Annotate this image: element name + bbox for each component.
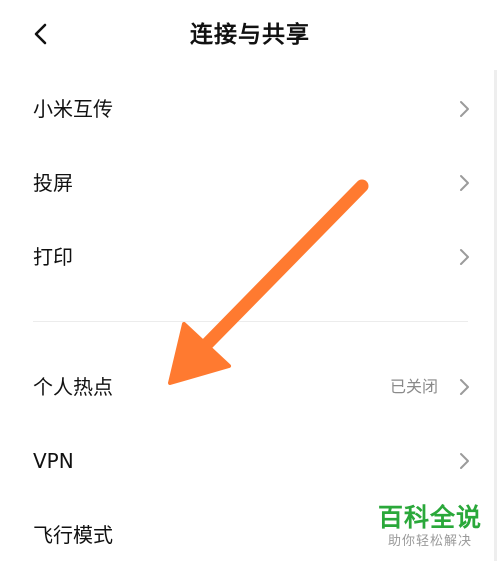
settings-item-cast[interactable]: 投屏: [0, 146, 500, 220]
settings-item-label: 飞行模式: [33, 523, 113, 547]
chevron-right-icon: [460, 101, 469, 117]
group-divider: [33, 321, 468, 322]
top-bar: 连接与共享: [0, 0, 500, 70]
page-title: 连接与共享: [190, 22, 310, 48]
chevron-right-icon: [460, 249, 469, 265]
settings-item-vpn[interactable]: VPN: [0, 424, 500, 498]
settings-item-mi-share[interactable]: 小米互传: [0, 72, 500, 146]
watermark-subtitle: 助你轻松解决: [387, 534, 472, 549]
settings-screen: 连接与共享 小米互传 投屏 打印 个人热点 已关闭 VPN 飞行模式 百科全说 …: [0, 0, 500, 561]
watermark: 百科全说 助你轻松解决: [374, 503, 486, 551]
settings-item-label: VPN: [33, 449, 74, 473]
settings-item-label: 打印: [33, 245, 73, 269]
status-text: 已关闭: [389, 377, 438, 396]
chevron-right-icon: [460, 175, 469, 191]
watermark-title: 百科全说: [377, 503, 482, 532]
settings-item-hotspot[interactable]: 个人热点 已关闭: [0, 350, 500, 424]
settings-item-label: 小米互传: [33, 97, 113, 121]
chevron-right-icon: [460, 453, 469, 469]
settings-item-print[interactable]: 打印: [0, 220, 500, 294]
scrollbar[interactable]: [494, 70, 497, 561]
settings-item-label: 投屏: [33, 171, 73, 195]
settings-item-label: 个人热点: [33, 375, 113, 399]
chevron-right-icon: [460, 379, 469, 395]
